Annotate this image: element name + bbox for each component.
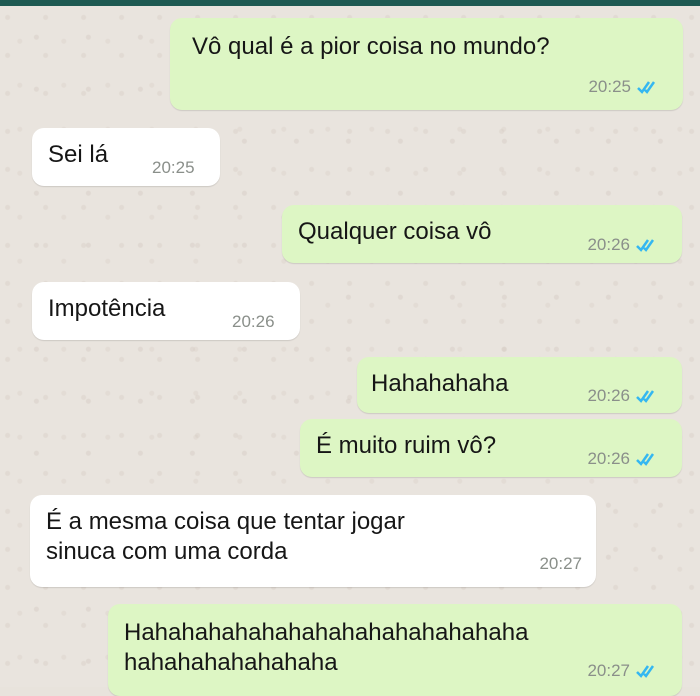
message-time: 20:26 [232,312,275,331]
message-bubble-outgoing[interactable]: Vô qual é a pior coisa no mundo? 20:25 [170,18,683,110]
double-check-icon [636,239,655,252]
message-time: 20:25 [152,158,195,177]
message-text: Sei lá [48,141,109,168]
message-time: 20:27 [587,661,630,680]
message-text: Vô qual é a pior coisa no mundo? [192,33,550,60]
message-text: É muito ruim vô? [316,432,497,459]
message-bubble-incoming[interactable]: Sei lá 20:25 [32,128,220,186]
message-meta: 20:26 [587,381,658,411]
message-text: É a mesma coisa que tentar jogar sinuca … [46,508,405,565]
message-bubble-incoming[interactable]: É a mesma coisa que tentar jogar sinuca … [30,495,596,587]
message-text: Hahahahahahahahahahahahahahaha hahahahah… [124,619,529,676]
double-check-icon [637,81,656,94]
message-time: 20:25 [588,77,631,96]
message-time: 20:27 [539,554,582,573]
message-meta: 20:26 [587,444,658,474]
double-check-icon [636,390,655,403]
double-check-icon [636,665,655,678]
message-text: Qualquer coisa vô [298,218,492,245]
message-meta: 20:25 [152,153,195,183]
message-bubble-outgoing[interactable]: Hahahahahahahahahahahahahahaha hahahahah… [108,604,682,696]
message-meta: 20:26 [587,230,658,260]
message-text: Hahahahaha [371,370,509,397]
message-bubble-outgoing[interactable]: Hahahahaha 20:26 [357,357,682,413]
message-meta: 20:27 [587,656,658,686]
message-bubble-incoming[interactable]: Impotência 20:26 [32,282,300,340]
message-meta: 20:27 [539,549,582,579]
double-check-icon [636,453,655,466]
message-time: 20:26 [587,235,630,254]
message-meta: 20:26 [232,307,275,337]
message-bubble-outgoing[interactable]: Qualquer coisa vô 20:26 [282,205,682,263]
message-time: 20:26 [587,386,630,405]
message-time: 20:26 [587,449,630,468]
message-text: Impotência [48,295,166,322]
message-bubble-outgoing[interactable]: É muito ruim vô? 20:26 [300,419,682,477]
message-meta: 20:25 [588,72,659,102]
